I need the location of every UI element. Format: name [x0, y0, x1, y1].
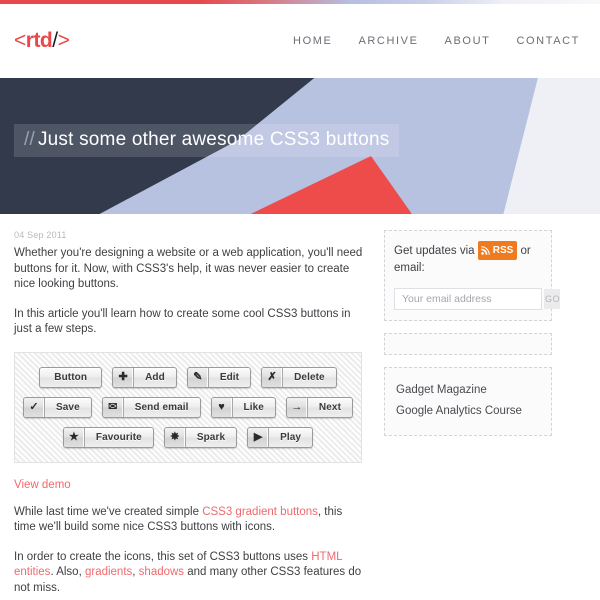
- demo-button-label: Spark: [196, 431, 226, 443]
- demo-button-label: Send email: [134, 401, 189, 413]
- demo-button-button[interactable]: Button: [39, 366, 103, 388]
- links-widget: Gadget Magazine Google Analytics Course: [384, 367, 552, 436]
- logo-open-bracket: <: [14, 29, 26, 52]
- demo-button-label: Like: [243, 401, 264, 413]
- plus-icon: ✚: [113, 367, 135, 387]
- post-date: 04 Sep 2011: [14, 230, 67, 240]
- nav-item-archive[interactable]: ARCHIVE: [358, 35, 418, 47]
- article-paragraph-3: While last time we've created simple CSS…: [14, 505, 366, 536]
- article-column: 04 Sep 2011 Whether you're designing a w…: [14, 230, 366, 600]
- article-paragraph-2: In this article you'll learn how to crea…: [14, 307, 351, 336]
- subscribe-form: GO: [394, 288, 561, 310]
- subscribe-text: Get updates via RSS or email:: [394, 241, 542, 277]
- demo-button-spark[interactable]: ✸ Spark: [163, 426, 238, 448]
- demo-button-favourite[interactable]: ★ Favourite: [62, 426, 154, 448]
- go-button[interactable]: GO: [544, 289, 561, 309]
- shadows-link[interactable]: shadows: [139, 566, 184, 578]
- empty-widget: [384, 333, 552, 355]
- check-icon: ✓: [24, 397, 45, 417]
- demo-button-label: Edit: [219, 371, 240, 383]
- arrow-right-icon: →: [286, 397, 308, 417]
- main-navigation: HOME ARCHIVE ABOUT CONTACT: [293, 35, 586, 47]
- sidebar-link-google-analytics-course[interactable]: Google Analytics Course: [396, 401, 540, 422]
- site-logo[interactable]: <rtd/>: [14, 29, 70, 53]
- play-icon: ▶: [248, 427, 270, 447]
- heart-icon: ♥: [211, 397, 233, 417]
- para4-text-a: In order to create the icons, this set o…: [14, 550, 312, 563]
- demo-button-save[interactable]: ✓ Save: [23, 396, 92, 418]
- demo-button-label: Add: [145, 371, 165, 383]
- envelope-icon: ✉: [102, 397, 124, 417]
- para4-text-b: . Also,: [50, 566, 85, 578]
- demo-button-label: Button: [54, 371, 88, 383]
- title-slashes: //: [24, 129, 35, 150]
- demo-button-label: Next: [318, 401, 341, 413]
- demo-button-next[interactable]: → Next: [285, 396, 353, 418]
- nav-item-home[interactable]: HOME: [293, 35, 332, 47]
- demo-button-like[interactable]: ♥ Like: [210, 396, 276, 418]
- page-body: 04 Sep 2011 Whether you're designing a w…: [0, 214, 600, 600]
- css3-gradient-buttons-link[interactable]: CSS3 gradient buttons: [202, 506, 318, 518]
- page-title: //Just some other awesome CSS3 buttons: [14, 124, 400, 157]
- demo-button-send-email[interactable]: ✉ Send email: [101, 396, 201, 418]
- sparkle-icon: ✸: [164, 427, 186, 447]
- para3-text-a: While last time we've created simple: [14, 505, 203, 518]
- view-demo-link[interactable]: View demo: [14, 479, 71, 491]
- demo-button-edit[interactable]: ✎ Edit: [186, 366, 252, 388]
- article-paragraph-4: In order to create the icons, this set o…: [14, 550, 366, 597]
- rss-icon: [481, 246, 490, 255]
- article-paragraph-1: Whether you're designing a website or a …: [14, 247, 363, 290]
- star-icon: ★: [63, 427, 85, 447]
- logo-name: rtd: [25, 29, 53, 52]
- nav-item-about[interactable]: ABOUT: [445, 35, 491, 47]
- email-field[interactable]: [395, 289, 544, 309]
- button-row-2: ✓ Save ✉ Send email ♥ Like → Next: [23, 396, 353, 418]
- site-header: <rtd/> HOME ARCHIVE ABOUT CONTACT: [0, 4, 600, 78]
- button-row-1: Button ✚ Add ✎ Edit ✗ Delete: [23, 366, 353, 388]
- sidebar: Get updates via RSS or email: GO Gadget …: [384, 230, 561, 600]
- subscribe-widget: Get updates via RSS or email: GO: [384, 230, 561, 321]
- demo-button-label: Favourite: [95, 431, 142, 443]
- button-demo-box: Button ✚ Add ✎ Edit ✗ Delete ✓ Save ✉ Send em…: [14, 351, 362, 463]
- rss-badge[interactable]: RSS: [477, 241, 518, 260]
- rss-label: RSS: [492, 245, 514, 256]
- gradients-link[interactable]: gradients: [85, 566, 132, 578]
- nav-item-contact[interactable]: CONTACT: [516, 35, 580, 47]
- hero-banner: //Just some other awesome CSS3 buttons: [0, 78, 600, 214]
- sidebar-link-gadget-magazine[interactable]: Gadget Magazine: [396, 380, 540, 401]
- logo-close-bracket: >: [57, 29, 70, 52]
- title-text: Just some other awesome CSS3 buttons: [37, 129, 390, 150]
- demo-button-play[interactable]: ▶ Play: [247, 426, 314, 448]
- demo-button-delete[interactable]: ✗ Delete: [261, 366, 337, 388]
- demo-button-label: Play: [280, 431, 302, 443]
- button-row-3: ★ Favourite ✸ Spark ▶ Play: [23, 426, 353, 448]
- demo-button-label: Delete: [294, 371, 325, 383]
- demo-button-add[interactable]: ✚ Add: [112, 366, 177, 388]
- pencil-icon: ✎: [187, 367, 209, 387]
- demo-button-label: Save: [55, 401, 80, 413]
- cross-icon: ✗: [262, 367, 284, 387]
- subscribe-text-before: Get updates via: [394, 245, 478, 257]
